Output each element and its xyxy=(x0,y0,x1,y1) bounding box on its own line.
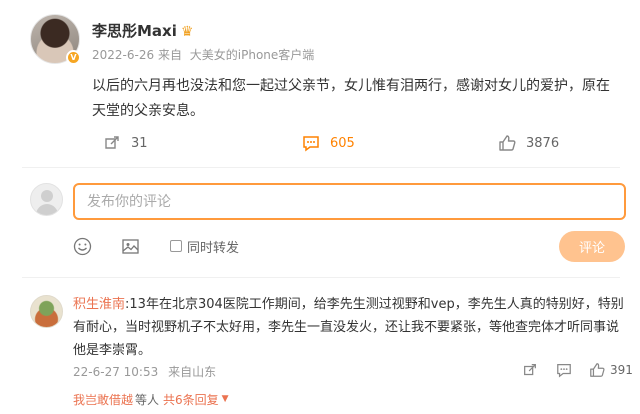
emoji-icon xyxy=(73,237,92,255)
like-button[interactable]: 3876 xyxy=(498,128,559,158)
comment-like-count: 391 xyxy=(610,363,633,377)
like-icon xyxy=(499,135,516,151)
image-icon xyxy=(122,238,139,254)
author-name-text[interactable]: 李思彤Maxi xyxy=(92,22,177,40)
comment-icon xyxy=(303,136,319,152)
reply-count-link[interactable]: 共6条回复 xyxy=(163,391,219,408)
comment-button[interactable]: 605 xyxy=(302,128,355,158)
post-source: 大美女的iPhone客户端 xyxy=(189,48,315,62)
like-count: 3876 xyxy=(526,135,560,151)
user-avatar xyxy=(30,183,63,216)
comment-reply-button[interactable] xyxy=(556,361,572,379)
emoji-button[interactable] xyxy=(73,236,92,256)
verified-badge-icon: V xyxy=(66,50,81,65)
chevron-down-icon[interactable]: ▼ xyxy=(222,394,229,404)
repost-button[interactable]: 31 xyxy=(103,128,148,158)
comment-input[interactable] xyxy=(73,183,626,220)
comment-like-button[interactable]: 391 xyxy=(589,361,633,379)
comment-body: 积生淮南:13年在北京304医院工作期间，给李先生测过视野和vep，李先生人真的… xyxy=(73,293,628,362)
forward-checkbox[interactable]: 同时转发 xyxy=(170,236,239,256)
post-meta: 2022-6-26 来自 大美女的iPhone客户端 xyxy=(92,46,314,63)
comment-date: 22-6-27 10:53 xyxy=(73,365,159,379)
post-text: 以后的六月再也没法和您一起过父亲节，女儿惟有泪两行，感谢对女儿的爱护，原在天堂的… xyxy=(92,78,610,119)
repost-icon xyxy=(524,364,536,376)
comment-meta: 22-6-27 10:53 来自山东 xyxy=(73,363,216,380)
like-icon xyxy=(590,363,605,377)
commenter-avatar[interactable] xyxy=(30,295,63,328)
commenter-name[interactable]: 积生淮南 xyxy=(73,297,125,312)
submit-comment-button[interactable]: 评论 xyxy=(559,231,625,262)
reply-authors[interactable]: 我岂敢借越 xyxy=(73,391,133,408)
post-actions: 31 605 3876 xyxy=(0,128,640,158)
comment-icon xyxy=(557,364,571,378)
checkbox-icon[interactable] xyxy=(170,240,182,252)
crown-icon: ♛ xyxy=(180,24,194,40)
comment-count: 605 xyxy=(330,135,355,151)
divider xyxy=(22,167,620,168)
divider xyxy=(22,277,620,278)
comment-text: :13年在北京304医院工作期间，给李先生测过视野和vep，李先生人真的特别好，… xyxy=(73,297,624,358)
reply-others: 等人 xyxy=(135,392,160,407)
comment-item: 积生淮南:13年在北京304医院工作期间，给李先生测过视野和vep，李先生人真的… xyxy=(0,283,640,393)
comment-location: 来自山东 xyxy=(168,365,217,379)
post-header: V 李思彤Maxi ♛ 2022-6-26 来自 大美女的iPhone客户端 xyxy=(30,14,630,74)
author-name[interactable]: 李思彤Maxi ♛ xyxy=(92,20,193,41)
source-prefix: 来自 xyxy=(157,48,182,62)
comment-repost-button[interactable] xyxy=(522,361,538,379)
post-date[interactable]: 2022-6-26 xyxy=(92,48,154,62)
repost-count: 31 xyxy=(131,135,148,151)
image-button[interactable] xyxy=(121,236,140,256)
repost-icon xyxy=(105,136,119,149)
replies-summary[interactable]: 我岂敢借越 等人 共6条回复 ▼ xyxy=(73,390,229,408)
forward-label: 同时转发 xyxy=(187,240,240,256)
